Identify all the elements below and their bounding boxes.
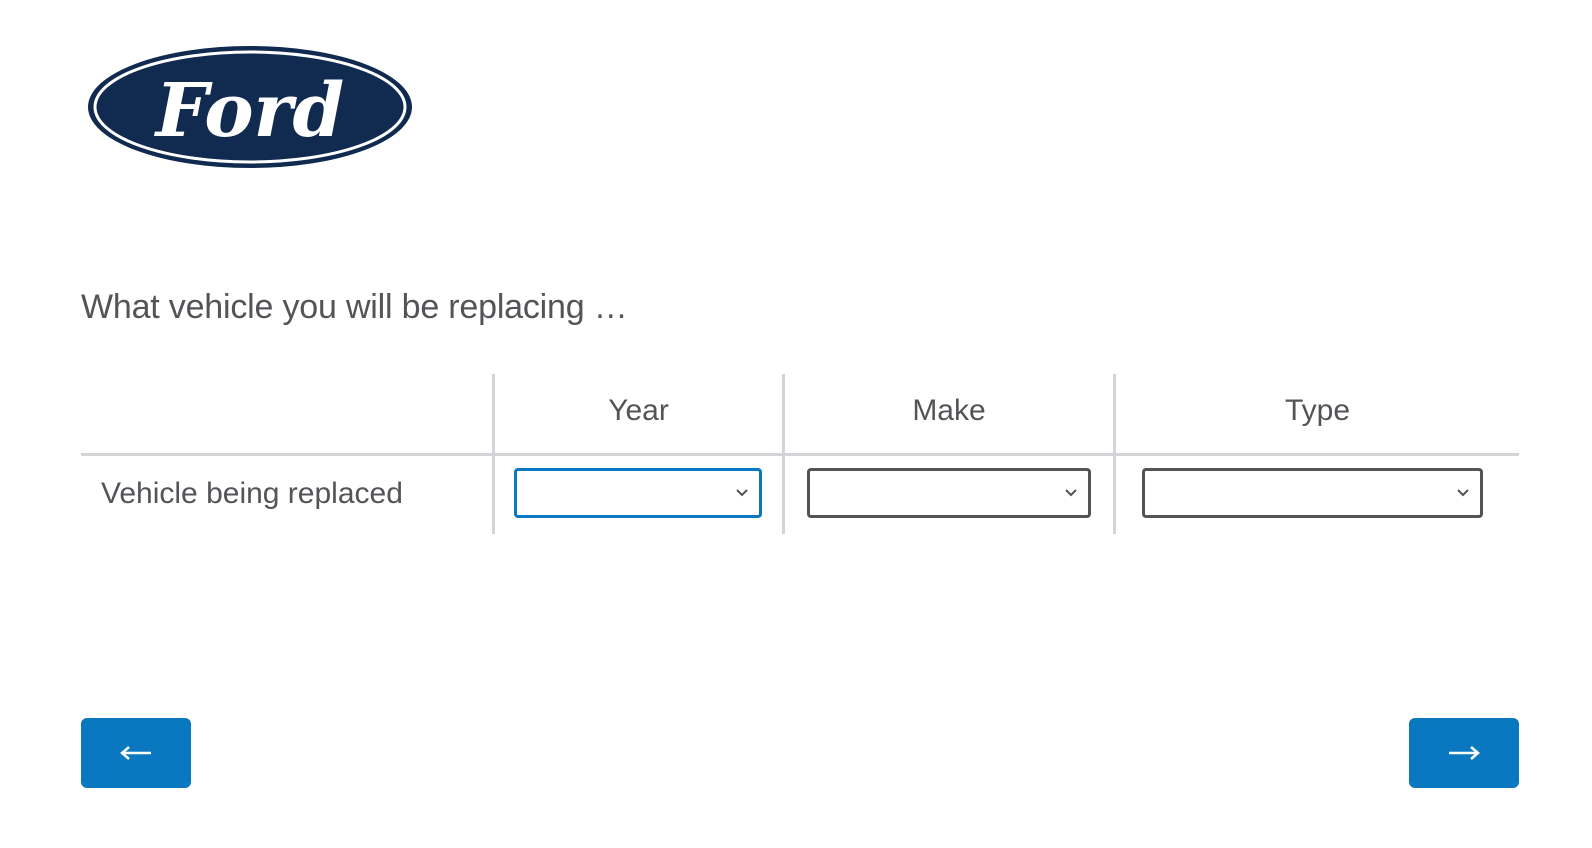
- chevron-down-icon: [1457, 489, 1469, 497]
- type-select[interactable]: [1142, 468, 1483, 518]
- question-text: What vehicle you will be replacing …: [81, 288, 628, 326]
- make-select[interactable]: [807, 468, 1091, 518]
- back-button[interactable]: [81, 718, 191, 788]
- logo-text: Ford: [154, 68, 345, 154]
- vehicle-matrix-table: Year Make Type Vehicle being replaced: [81, 374, 1519, 534]
- year-select[interactable]: [514, 468, 762, 518]
- column-header-year: Year: [608, 394, 669, 427]
- ford-logo: Ford: [86, 44, 414, 170]
- column-header-make: Make: [912, 394, 986, 427]
- arrow-left-icon: [120, 746, 151, 760]
- chevron-down-icon: [1065, 489, 1077, 497]
- row-label: Vehicle being replaced: [101, 477, 403, 510]
- column-header-type: Type: [1284, 394, 1351, 427]
- arrow-right-icon: [1449, 746, 1480, 760]
- chevron-down-icon: [736, 489, 748, 497]
- next-button[interactable]: [1409, 718, 1519, 788]
- header-divider: [81, 453, 1519, 456]
